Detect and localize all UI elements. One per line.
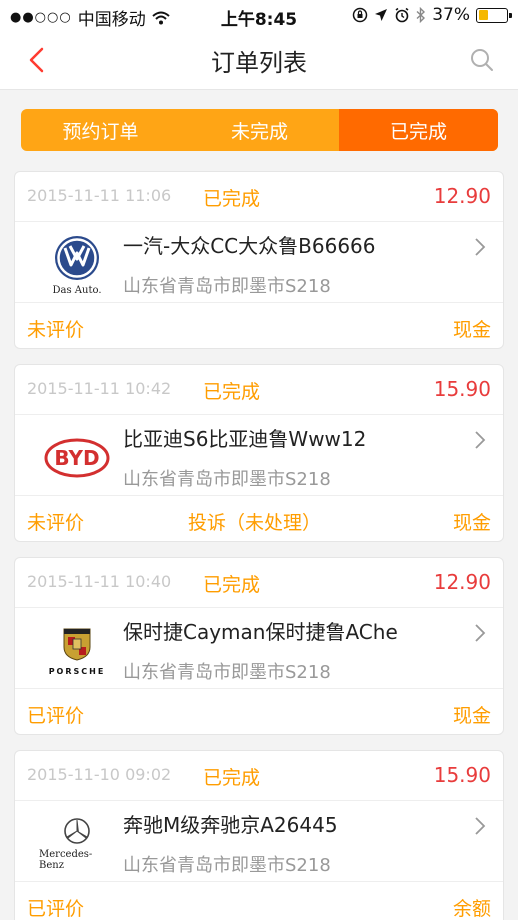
order-header: 2015-11-11 10:42 已完成 15.90 bbox=[15, 365, 503, 415]
order-time: 2015-11-11 11:06 bbox=[27, 186, 172, 205]
mercedes-logo-icon: Mercedes-Benz bbox=[39, 811, 115, 877]
order-footer: 未评价 现金 bbox=[15, 302, 503, 350]
location-arrow-icon bbox=[375, 9, 388, 21]
bluetooth-icon bbox=[416, 7, 426, 23]
tab-incomplete[interactable]: 未完成 bbox=[180, 109, 339, 151]
order-header: 2015-11-11 11:06 已完成 12.90 bbox=[15, 172, 503, 222]
car-name: 一汽-大众CC大众鲁B66666 bbox=[123, 234, 376, 258]
payment-method: 现金 bbox=[452, 319, 491, 341]
rating-status[interactable]: 已评价 bbox=[27, 701, 84, 728]
alarm-icon bbox=[395, 7, 409, 23]
battery-icon bbox=[476, 7, 512, 23]
volkswagen-logo-icon: Das Auto. bbox=[39, 232, 115, 298]
tab-reserved-orders[interactable]: 预约订单 bbox=[21, 109, 180, 151]
order-time: 2015-11-11 10:40 bbox=[27, 572, 172, 591]
order-footer: 未评价 投诉（未处理） 现金 bbox=[15, 495, 503, 543]
order-price: 15.90 bbox=[433, 377, 491, 401]
order-address: 山东省青岛市即墨市S218 bbox=[123, 662, 331, 683]
chevron-right-icon[interactable] bbox=[473, 429, 487, 451]
brand-caption: Mercedes-Benz bbox=[39, 849, 93, 871]
rating-status[interactable]: 未评价 bbox=[27, 508, 84, 535]
payment-method: 现金 bbox=[452, 705, 491, 727]
order-header: 2015-11-11 10:40 已完成 12.90 bbox=[15, 558, 503, 608]
order-time: 2015-11-10 09:02 bbox=[27, 765, 172, 784]
car-name: 奔驰M级奔驰京A26445 bbox=[123, 813, 338, 837]
navigation-bar: 订单列表 bbox=[0, 30, 518, 90]
status-bar: ●●○○○ 中国移动 上午8:45 37% bbox=[0, 0, 518, 30]
battery-fill bbox=[478, 10, 489, 20]
chevron-right-icon[interactable] bbox=[473, 815, 487, 837]
rating-status[interactable]: 已评价 bbox=[27, 894, 84, 920]
order-footer: 已评价 现金 bbox=[15, 688, 503, 736]
complaint-status[interactable]: 投诉（未处理） bbox=[188, 508, 321, 535]
brand-caption: PORSCHE bbox=[48, 666, 106, 676]
brand-caption: BYD bbox=[54, 446, 99, 470]
order-time: 2015-11-11 10:42 bbox=[27, 379, 172, 398]
order-status-tabs: 预约订单 未完成 已完成 bbox=[21, 109, 498, 151]
order-price: 15.90 bbox=[433, 763, 491, 787]
chevron-right-icon[interactable] bbox=[473, 622, 487, 644]
order-card[interactable]: 2015-11-11 11:06 已完成 12.90 Das Auto. 一汽-… bbox=[14, 171, 504, 349]
order-card[interactable]: 2015-11-11 10:40 已完成 12.90 PORSCHE 保时捷Ca… bbox=[14, 557, 504, 735]
order-address: 山东省青岛市即墨市S218 bbox=[123, 276, 331, 297]
payment-method: 现金 bbox=[452, 512, 491, 534]
order-status: 已完成 bbox=[203, 381, 261, 403]
order-address: 山东省青岛市即墨市S218 bbox=[123, 855, 331, 876]
order-card[interactable]: 2015-11-11 10:42 已完成 15.90 BYD 比亚迪S6比亚迪鲁… bbox=[14, 364, 504, 542]
status-right: 37% bbox=[352, 5, 512, 25]
tab-completed[interactable]: 已完成 bbox=[339, 109, 498, 151]
order-address: 山东省青岛市即墨市S218 bbox=[123, 469, 331, 490]
order-card[interactable]: 2015-11-10 09:02 已完成 15.90 Mercedes-Benz… bbox=[14, 750, 504, 920]
order-status: 已完成 bbox=[203, 767, 261, 789]
car-name: 保时捷Cayman保时捷鲁AChe bbox=[123, 620, 398, 644]
page-title: 订单列表 bbox=[211, 49, 307, 77]
car-name: 比亚迪S6比亚迪鲁Www12 bbox=[123, 427, 367, 451]
battery-percent: 37% bbox=[432, 5, 470, 25]
search-icon[interactable] bbox=[468, 46, 496, 74]
porsche-logo-icon: PORSCHE bbox=[39, 618, 115, 684]
byd-logo-icon: BYD bbox=[39, 425, 115, 491]
lock-rotation-icon bbox=[352, 7, 368, 23]
order-status: 已完成 bbox=[203, 188, 261, 210]
order-footer: 已评价 余额 bbox=[15, 881, 503, 920]
order-price: 12.90 bbox=[433, 570, 491, 594]
order-status: 已完成 bbox=[203, 574, 261, 596]
chevron-right-icon[interactable] bbox=[473, 236, 487, 258]
brand-caption: Das Auto. bbox=[52, 284, 102, 296]
payment-method: 余额 bbox=[452, 898, 491, 920]
order-price: 12.90 bbox=[433, 184, 491, 208]
rating-status[interactable]: 未评价 bbox=[27, 315, 84, 342]
order-header: 2015-11-10 09:02 已完成 15.90 bbox=[15, 751, 503, 801]
